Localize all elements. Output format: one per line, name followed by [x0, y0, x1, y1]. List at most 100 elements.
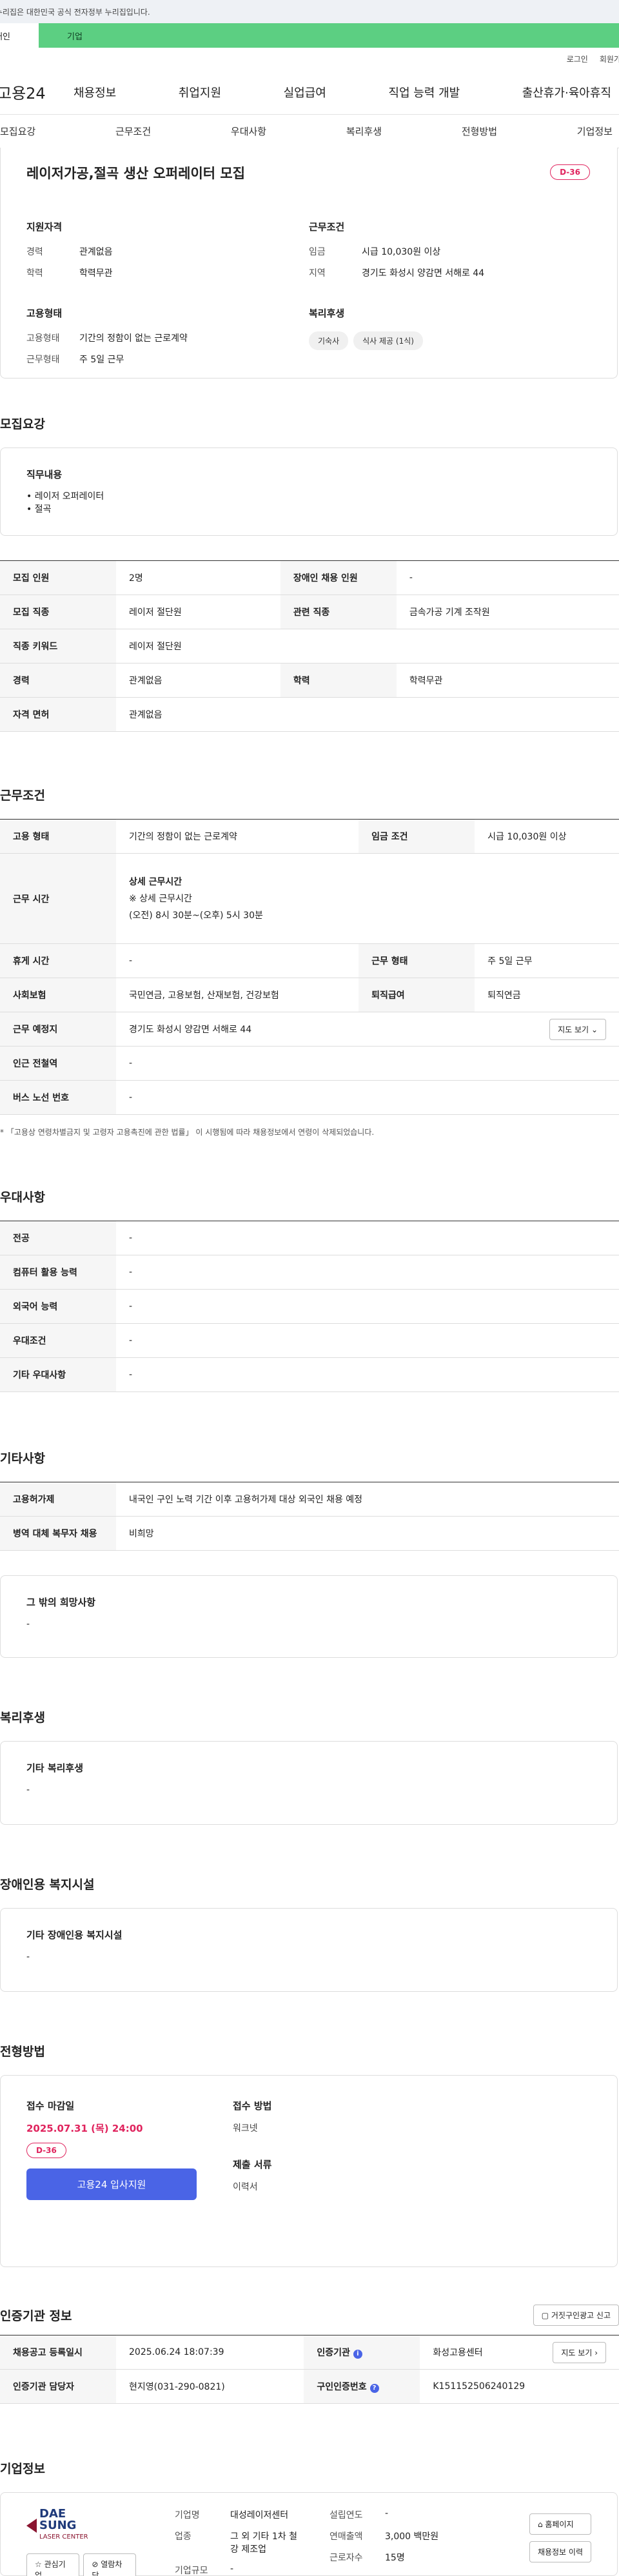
duty-line: • 레이저 오퍼레이터 — [26, 491, 104, 502]
login-link[interactable]: 로그인 — [567, 54, 588, 64]
anchor-recruit[interactable]: 모집요강 — [0, 124, 35, 138]
homepage-button[interactable]: ⌂ 홈페이지 — [529, 2513, 591, 2535]
nav-vocational-training[interactable]: 직업 능력 개발 — [388, 84, 460, 101]
td-cell: - — [116, 1080, 619, 1115]
anchor-tabs: 모집요강 근무조건 우대사항 복리후생 전형방법 기업정보 — [0, 115, 619, 148]
recruit-table: 모집 인원 2명 장애인 채용 인원 - 모집 직종 레이저 절단원 관련 직종 금속가… — [0, 560, 619, 732]
pref-section-title: 우대사항 — [0, 1190, 45, 1204]
nav-employment-support[interactable]: 취업지원 — [179, 84, 221, 101]
tab-personal[interactable]: 개인 — [0, 23, 39, 48]
td-cell: 내국인 구인 노력 기간 이후 고용허가제 대상 외국인 채용 예정 — [116, 1482, 619, 1517]
chevron-right-icon: › — [594, 2348, 598, 2357]
anchor-welfare[interactable]: 복리후생 — [346, 124, 382, 138]
emp-key: 근무형태 — [26, 355, 60, 365]
td-cell: 관계없음 — [116, 697, 619, 732]
job-history-button[interactable]: 채용정보 이력 — [529, 2541, 591, 2562]
apply-button[interactable]: 고용24 입사지원 — [26, 2168, 197, 2200]
corp-section-title: 기업정보 — [0, 2462, 45, 2476]
dday-badge: D-36 — [550, 164, 590, 180]
help-icon[interactable]: ? — [369, 2384, 379, 2393]
td-cell: 관계없음 — [116, 663, 280, 698]
th-cell: 관련 직종 — [280, 595, 397, 629]
td-cell: - — [116, 943, 359, 978]
table-row: 자격 면허 관계없음 — [0, 697, 619, 732]
block-button[interactable]: ⊘ 열람차단 — [83, 2553, 136, 2576]
age-note: * 「고용상 연령차별금지 및 고령자 고용촉진에 관한 법률」 이 시행됨에 … — [0, 1128, 375, 1137]
job-title: 레이저가공,절곡 생산 오퍼레이터 모집 — [26, 166, 246, 181]
td-cell: K151152506240129 — [420, 2369, 619, 2404]
fav-button[interactable]: ☆ 관심기업 — [26, 2553, 80, 2576]
table-row: 버스 노선 번호 - — [0, 1080, 619, 1115]
td-cell: 국민연금, 고용보험, 산재보험, 건강보험 — [116, 978, 359, 1012]
welfare-heading: 복리후생 — [309, 308, 345, 319]
welfare-chip: 식사 제공 (1식) — [353, 331, 423, 350]
qual-value: 관계없음 — [79, 247, 113, 257]
table-row: 외국어 능력 - — [0, 1289, 619, 1324]
map-button[interactable]: 지도 보기 ⌄ — [549, 1018, 606, 1040]
th-cell: 임금 조건 — [359, 819, 475, 854]
disab-box-value: - — [26, 1952, 30, 1962]
block-icon: ⊘ — [92, 2560, 99, 2569]
corp-key: 연매출액 — [329, 2532, 363, 2542]
cond-value: 경기도 화성시 양감면 서해로 44 — [362, 268, 485, 279]
th-cell: 인증기관 i — [304, 2335, 420, 2370]
nav-jobs[interactable]: 채용정보 — [74, 84, 116, 101]
anchor-preference[interactable]: 우대사항 — [231, 124, 266, 138]
cond-heading: 근무조건 — [309, 221, 345, 233]
td-cell: 금속가공 기계 조작원 — [396, 595, 619, 629]
cond-key: 임금 — [309, 247, 326, 257]
global-nav: 고용24 채용정보 취업지원 실업급여 직업 능력 개발 출산휴가·육아휴직 — [0, 70, 619, 115]
hours-title: 상세 근무시간 — [129, 876, 182, 887]
td-cell: - — [116, 1323, 619, 1358]
th-cell: 채용공고 등록일시 — [0, 2335, 116, 2370]
doc-icon: ▢ — [541, 2311, 549, 2320]
table-row: 근무 예정지 경기도 화성시 양감면 서해로 44 지도 보기 ⌄ — [0, 1012, 619, 1047]
th-cell: 직종 키워드 — [0, 629, 116, 664]
docs-label: 제출 서류 — [233, 2159, 272, 2170]
th-cell: 고용허가제 — [0, 1482, 116, 1517]
corp-key: 근로자수 — [329, 2553, 363, 2563]
emp-heading: 고용형태 — [26, 308, 63, 319]
work-table: 고용 형태 기간의 정함이 없는 근로계약 임금 조건 시급 10,030원 이상 … — [0, 819, 619, 1115]
th-cell: 모집 인원 — [0, 560, 116, 595]
td-cell: - — [116, 1357, 619, 1392]
th-cell: 근무 형태 — [359, 943, 475, 978]
work-section-title: 근무조건 — [0, 789, 45, 803]
site-logo[interactable]: 고용24 — [0, 81, 74, 103]
table-row: 기타 우대사항 - — [0, 1357, 619, 1392]
corp-value: 그 외 기타 1차 철강 제조업 — [230, 2532, 297, 2555]
anchor-process[interactable]: 전형방법 — [462, 124, 497, 138]
work-place: 경기도 화성시 양감면 서해로 44 — [129, 1025, 252, 1035]
tab-company[interactable]: 기업 — [39, 23, 619, 48]
table-row: 인근 전철역 - — [0, 1046, 619, 1081]
emp-value: 기간의 정함이 없는 근로계약 — [79, 333, 188, 344]
td-cell: 비희망 — [116, 1516, 619, 1551]
th-cell: 고용 형태 — [0, 819, 116, 854]
pref-table: 전공 - 컴퓨터 활용 능력 - 외국어 능력 - 우대조건 - 기타 우대사항 - — [0, 1221, 619, 1392]
table-row: 전공 - — [0, 1221, 619, 1255]
nav-parental-leave[interactable]: 출산휴가·육아휴직 — [522, 84, 611, 101]
table-row: 병역 대체 복무자 채용 비희망 — [0, 1516, 619, 1551]
th-cell: 컴퓨터 활용 능력 — [0, 1255, 116, 1290]
org-name: 화성고용센터 — [433, 2348, 483, 2358]
org-map-button[interactable]: 지도 보기 › — [553, 2341, 606, 2363]
process-dday-badge: D-36 — [26, 2143, 66, 2158]
table-row: 경력 관계없음 학력 학력무관 — [0, 663, 619, 698]
report-button[interactable]: ▢ 거짓구인광고 신고 — [533, 2305, 619, 2326]
anchor-conditions[interactable]: 근무조건 — [115, 124, 151, 138]
nav-unemployment-benefit[interactable]: 실업급여 — [284, 84, 326, 101]
th-cell: 자격 면허 — [0, 697, 116, 732]
place-cell: 경기도 화성시 양감면 서해로 44 지도 보기 ⌄ — [116, 1012, 619, 1047]
duty-line: • 절곡 — [26, 504, 52, 515]
welfare-section-title: 복리후생 — [0, 1711, 45, 1725]
etc-table: 고용허가제 내국인 구인 노력 기간 이후 고용허가제 대상 외국인 채용 예정 … — [0, 1482, 619, 1551]
info-icon[interactable]: i — [353, 2350, 362, 2359]
anchor-company[interactable]: 기업정보 — [577, 124, 613, 138]
signup-link[interactable]: 회원가입 — [600, 54, 619, 64]
user-type-tabs: 개인 기업 — [0, 23, 619, 48]
qual-heading: 지원자격 — [26, 221, 63, 233]
corp-value: 3,000 백만원 — [385, 2532, 439, 2542]
td-cell: 2025.06.24 18:07:39 — [116, 2335, 304, 2370]
qual-key: 경력 — [26, 247, 43, 257]
cond-key: 지역 — [309, 268, 326, 279]
